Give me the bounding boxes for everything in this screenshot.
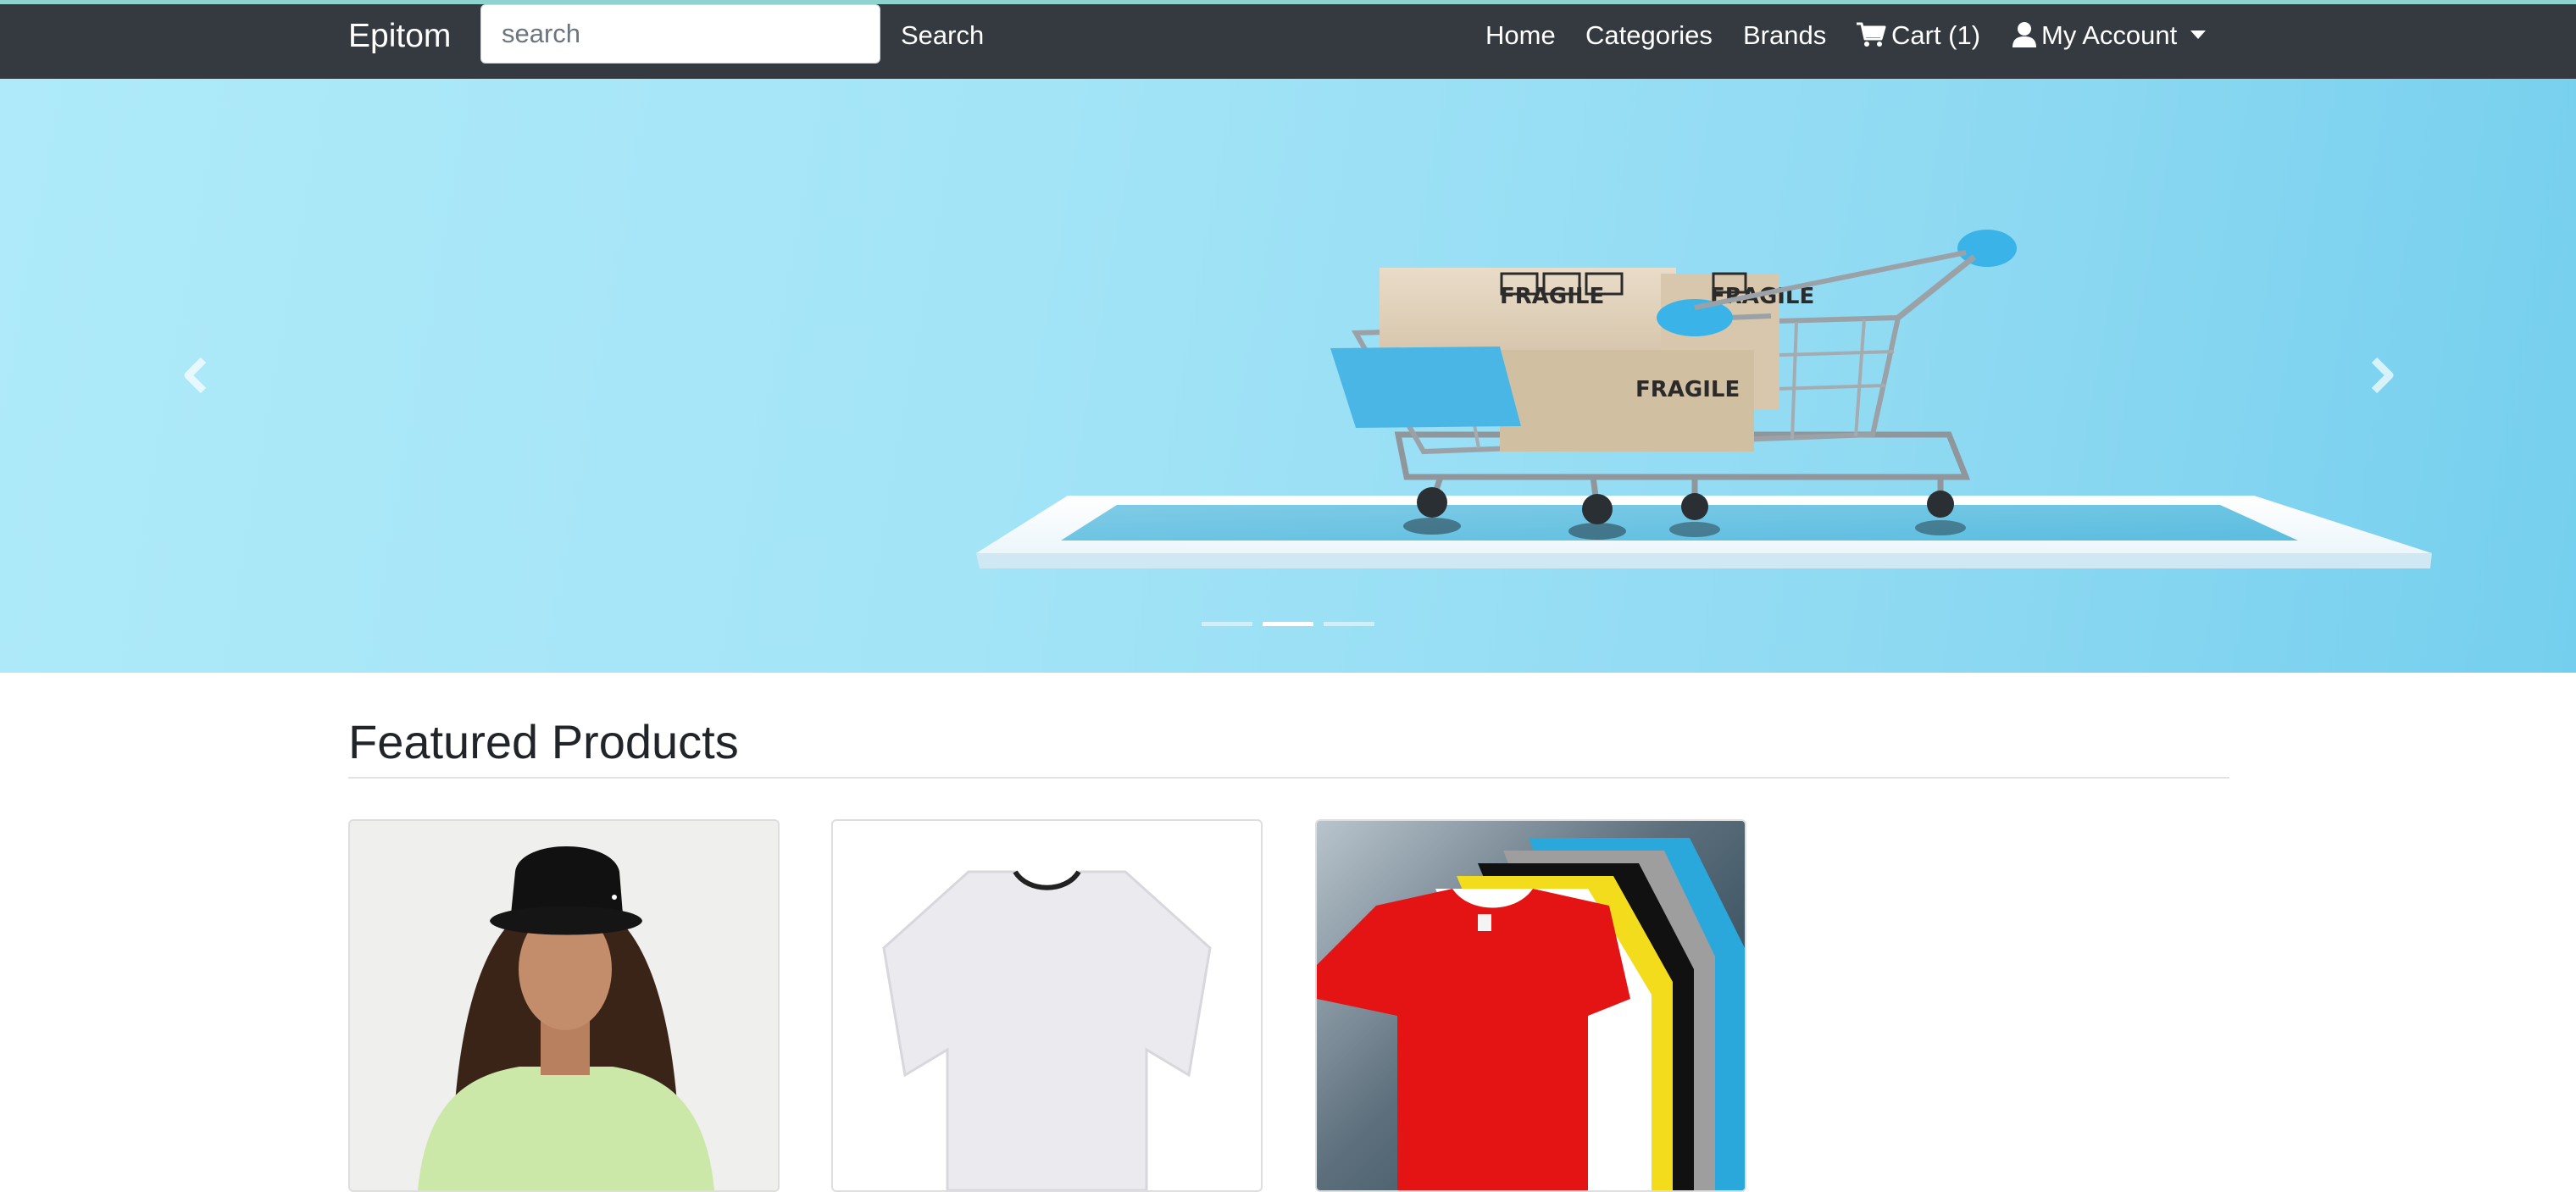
shopping-cart-icon <box>1857 22 1886 47</box>
product-card[interactable] <box>831 819 1263 1192</box>
nav-brands[interactable]: Brands <box>1743 19 1826 53</box>
nav-cart[interactable]: Cart (1) <box>1856 19 1980 53</box>
product-image-colored-tshirts <box>1317 838 1745 1190</box>
box-label-fragile: FRAGILE <box>1500 284 1604 309</box>
caret-down-icon <box>2190 30 2207 39</box>
nav-my-account[interactable]: My Account <box>2012 19 2207 53</box>
product-image-bucket-hat-model <box>418 846 714 1190</box>
product-image-white-tshirt <box>882 870 1212 1190</box>
product-card[interactable] <box>1315 819 1746 1192</box>
navbar: Epitom Search Home Categories Brands Car… <box>0 4 2576 79</box>
brand-logo[interactable]: Epitom <box>348 14 451 58</box>
search-button[interactable]: Search <box>901 19 984 53</box>
featured-products-title: Featured Products <box>348 715 739 768</box>
carousel-indicator-1[interactable] <box>1202 622 1252 626</box>
carousel-next-button[interactable] <box>2366 350 2400 401</box>
cart-label: Cart (1) <box>1891 20 1981 50</box>
hero-carousel: FRAGILE FRAGILE FRAGILE <box>0 79 2576 673</box>
nav-home[interactable]: Home <box>1485 19 1556 53</box>
account-label: My Account <box>2041 20 2178 50</box>
box-label-fragile: FRAGILE <box>1635 377 1740 402</box>
chevron-left-icon <box>184 357 207 394</box>
carousel-indicator-2[interactable] <box>1263 622 1313 626</box>
product-card[interactable] <box>348 819 780 1192</box>
nav-categories[interactable]: Categories <box>1585 19 1713 53</box>
search-input[interactable] <box>480 4 880 64</box>
carousel-banner-image: FRAGILE FRAGILE FRAGILE <box>976 230 2432 568</box>
user-icon <box>2012 22 2036 47</box>
section-divider <box>348 777 2229 779</box>
chevron-right-icon <box>2371 357 2394 394</box>
carousel-indicator-3[interactable] <box>1324 622 1374 626</box>
carousel-prev-button[interactable] <box>178 350 212 401</box>
